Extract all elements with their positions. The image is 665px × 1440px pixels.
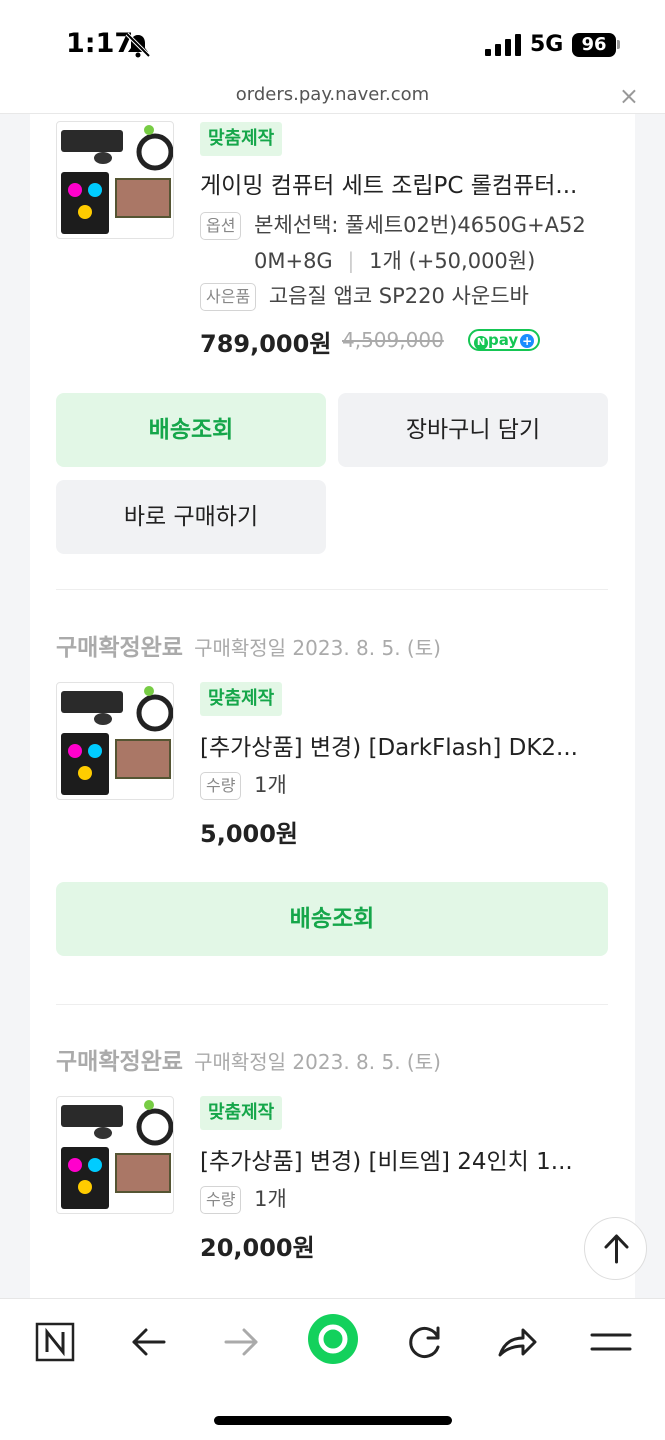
url-text[interactable]: orders.pay.naver.com — [0, 84, 665, 105]
npay-label: pay — [488, 331, 519, 349]
product-image-icon — [61, 125, 173, 234]
gift-row: 사은품 고음질 앱코 SP220 사운드바 — [200, 280, 529, 311]
product-price: 789,000원 — [200, 330, 332, 358]
menu-icon[interactable] — [586, 1317, 636, 1367]
product-title[interactable]: 게이밍 컴퓨터 세트 조립PC 롤컴퓨터... — [200, 166, 610, 200]
forward-arrow-icon[interactable] — [216, 1317, 266, 1367]
divider — [56, 1004, 608, 1005]
option-tag: 옵션 — [200, 212, 242, 240]
order-status-date: 구매확정일 2023. 8. 5. (토) — [194, 1050, 441, 1074]
product-image-icon — [61, 1100, 173, 1209]
option-quantity: 1개 (+50,000원) — [369, 249, 536, 273]
npay-n-icon: N — [474, 336, 488, 350]
status-bar: 1:17 5G 96 — [0, 0, 665, 82]
product-thumbnail[interactable] — [56, 682, 174, 800]
order-status-line: 구매확정완료 구매확정일 2023. 8. 5. (토) — [56, 628, 441, 662]
option-line2: 0M+8G — [254, 249, 333, 273]
option-line1: 본체선택: 풀세트02번)4650G+A52 — [254, 213, 586, 237]
green-dot-icon[interactable] — [307, 1313, 359, 1365]
battery-icon: 96 — [572, 33, 616, 57]
arrow-up-icon — [604, 1234, 629, 1264]
option-separator: | — [347, 249, 355, 273]
close-icon[interactable]: × — [619, 82, 639, 110]
original-price: 4,509,000 — [342, 328, 444, 352]
product-price: 20,000원 — [200, 1234, 315, 1262]
order-card: 맞춤제작 게이밍 컴퓨터 세트 조립PC 롤컴퓨터... 옵션 본체선택: 풀세… — [30, 114, 635, 1300]
bell-off-icon — [125, 32, 151, 58]
quantity-row: 수량 1개 — [200, 1183, 287, 1214]
quantity-value: 1개 — [254, 1187, 287, 1211]
scroll-to-top-button[interactable] — [584, 1217, 647, 1280]
quantity-value: 1개 — [254, 773, 287, 797]
custom-made-badge: 맞춤제작 — [200, 682, 283, 716]
quantity-tag: 수량 — [200, 772, 242, 800]
back-arrow-icon[interactable] — [124, 1317, 174, 1367]
home-indicator[interactable] — [214, 1416, 452, 1425]
option-row-2: 0M+8G | 1개 (+50,000원) — [254, 245, 535, 275]
naver-n-icon[interactable] — [30, 1317, 80, 1367]
quantity-tag: 수량 — [200, 1186, 242, 1214]
product-price: 5,000원 — [200, 820, 298, 848]
option-row: 옵션 본체선택: 풀세트02번)4650G+A52 — [200, 209, 586, 240]
custom-made-badge: 맞춤제작 — [200, 122, 283, 156]
product-title[interactable]: [추가상품] 변경) [비트엠] 24인치 1... — [200, 1142, 610, 1176]
gift-text: 고음질 앱코 SP220 사운드바 — [268, 284, 529, 308]
product-title[interactable]: [추가상품] 변경) [DarkFlash] DK2... — [200, 728, 610, 762]
quantity-row: 수량 1개 — [200, 769, 287, 800]
share-icon[interactable] — [492, 1317, 542, 1367]
order-status: 구매확정완료 — [56, 635, 183, 661]
product-image-icon — [61, 686, 173, 795]
battery-nub — [617, 40, 620, 49]
order-status: 구매확정완료 — [56, 1049, 183, 1075]
url-bar[interactable]: orders.pay.naver.com × — [0, 82, 665, 114]
gift-tag: 사은품 — [200, 283, 257, 311]
network-label: 5G — [530, 32, 564, 57]
product-thumbnail[interactable] — [56, 1096, 174, 1214]
signal-icon — [485, 34, 521, 56]
custom-made-badge: 맞춤제작 — [200, 1096, 283, 1130]
buy-now-button[interactable]: 바로 구매하기 — [56, 480, 326, 554]
order-status-date: 구매확정일 2023. 8. 5. (토) — [194, 636, 441, 660]
plus-icon: + — [520, 334, 535, 348]
npay-badge: Npay + — [468, 329, 541, 351]
track-delivery-button[interactable]: 배송조회 — [56, 882, 608, 956]
divider — [56, 589, 608, 590]
order-status-line: 구매확정완료 구매확정일 2023. 8. 5. (토) — [56, 1042, 441, 1076]
product-thumbnail[interactable] — [56, 121, 174, 239]
reload-icon[interactable] — [400, 1317, 450, 1367]
track-delivery-button[interactable]: 배송조회 — [56, 393, 326, 467]
add-to-cart-button[interactable]: 장바구니 담기 — [338, 393, 608, 467]
